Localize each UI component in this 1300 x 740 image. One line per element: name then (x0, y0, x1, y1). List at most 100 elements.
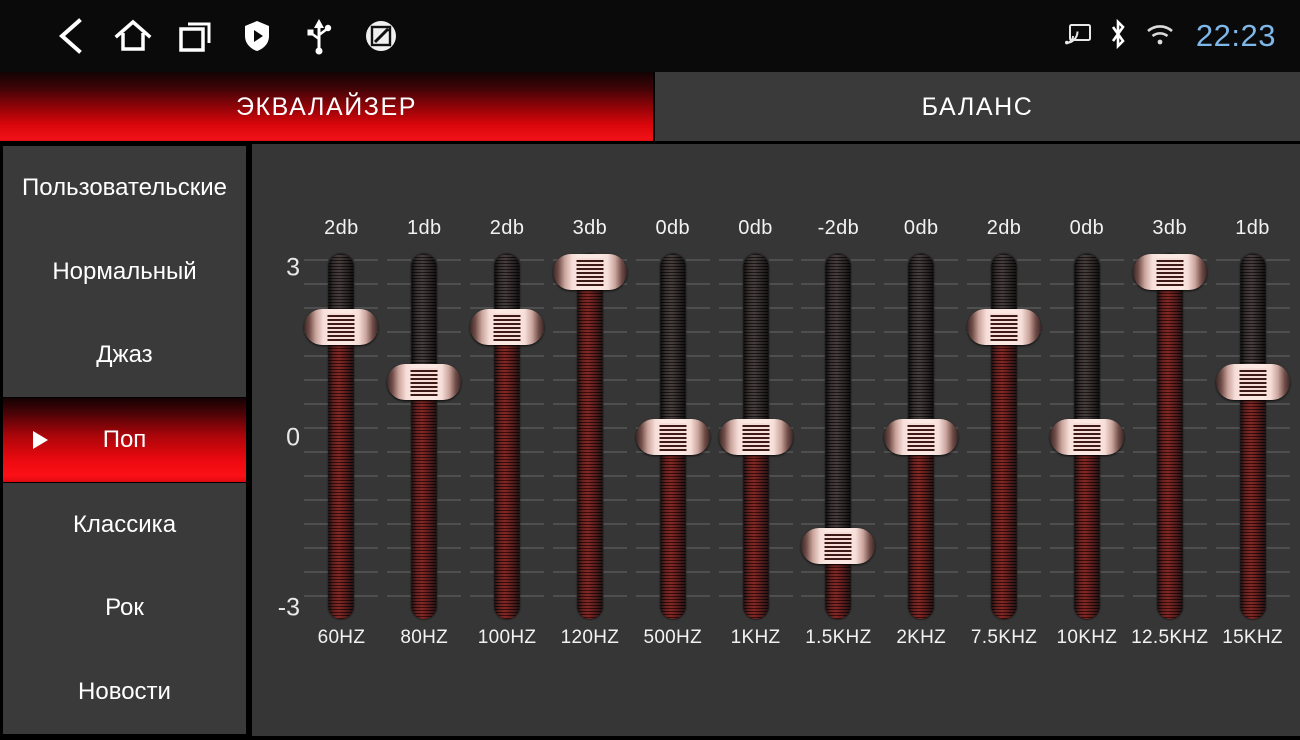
status-bar: 22:23 (0, 0, 1300, 72)
eq-slider-2[interactable] (470, 254, 545, 619)
eq-band-frequency: 15KHZ (1222, 627, 1283, 648)
slider-thumb[interactable] (801, 528, 876, 565)
eq-band-4: 0db 500HZ (631, 144, 714, 740)
preset-sidebar: Пользовательские Нормальный Джаз Поп Классик… (0, 144, 252, 740)
eq-band-value: 3db (572, 217, 608, 239)
eq-slider-4[interactable] (635, 254, 710, 619)
slider-track-unfilled (825, 254, 851, 547)
eq-band-value: 0db (1069, 217, 1105, 239)
slider-thumb[interactable] (1215, 363, 1290, 400)
preset-item-1[interactable]: Нормальный (3, 230, 246, 314)
eq-slider-3[interactable] (552, 254, 627, 619)
tick-marks-left (1132, 259, 1157, 614)
slider-track-unfilled (908, 254, 934, 437)
recents-icon[interactable] (164, 7, 226, 65)
eq-band-frequency: 12.5KHZ (1131, 627, 1209, 648)
system-status-icons: 22:23 (1064, 0, 1282, 72)
slider-track[interactable] (577, 254, 603, 619)
eq-slider-6[interactable] (801, 254, 876, 619)
eq-slider-5[interactable] (718, 254, 793, 619)
slider-thumb[interactable] (470, 308, 545, 345)
preset-item-label: Пользовательские (22, 173, 227, 201)
slider-thumb[interactable] (635, 418, 710, 455)
axis-label-mid: 0 (286, 423, 300, 452)
tick-marks-left (552, 259, 577, 614)
clock: 22:23 (1195, 18, 1276, 53)
wifi-icon[interactable] (1145, 22, 1175, 51)
eq-slider-9[interactable] (1049, 254, 1124, 619)
eq-slider-11[interactable] (1215, 254, 1290, 619)
eq-slider-8[interactable] (967, 254, 1042, 619)
slider-thumb[interactable] (304, 308, 379, 345)
eq-band-frequency: 7.5KHZ (970, 627, 1038, 648)
tab-balance-label: БАЛАНС (921, 93, 1034, 121)
tab-equalizer[interactable]: ЭКВАЛАЙЗЕР (0, 72, 653, 143)
eq-slider-10[interactable] (1132, 254, 1207, 619)
slider-track-unfilled (411, 254, 437, 382)
eq-band-5: 0db 1KHZ (714, 144, 797, 740)
preset-item-6[interactable]: Новости (3, 650, 246, 734)
slider-thumb[interactable] (1132, 254, 1207, 290)
eq-band-6: -2db 1.5KHZ (797, 144, 880, 740)
cast-icon[interactable] (1064, 23, 1091, 50)
slider-thumb-grip (410, 367, 438, 396)
equalizer-screen: 22:23 ЭКВАЛАЙЗЕР БАЛАНС Пользовательские… (0, 0, 1300, 740)
eq-band-value: 2db (986, 217, 1022, 239)
eq-band-value: 2db (324, 217, 359, 239)
navigation-bar (0, 7, 412, 65)
slider-track-filled (1074, 436, 1100, 619)
preset-item-3[interactable]: Поп (3, 397, 246, 483)
slider-thumb[interactable] (387, 363, 462, 400)
screenshot-edit-icon[interactable] (350, 7, 412, 65)
preset-item-4[interactable]: Классика (3, 483, 246, 567)
slider-track-unfilled (1074, 254, 1100, 437)
preset-item-2[interactable]: Джаз (3, 313, 246, 397)
bluetooth-icon[interactable] (1108, 18, 1128, 54)
slider-track-filled (1240, 381, 1266, 619)
slider-thumb[interactable] (967, 308, 1042, 345)
slider-thumb-grip (990, 312, 1018, 341)
eq-slider-0[interactable] (304, 254, 379, 619)
slider-track[interactable] (411, 254, 437, 619)
eq-band-frequency: 80HZ (400, 627, 449, 648)
eq-slider-1[interactable] (387, 254, 462, 619)
eq-band-list: 2db 60HZ 1db 80HZ 2db 100HZ 3db 120HZ 0db 500HZ 0d… (300, 144, 1294, 740)
eq-band-frequency: 1.5KHZ (805, 627, 872, 648)
slider-thumb[interactable] (884, 418, 959, 455)
eq-band-1: 1db 80HZ (383, 144, 466, 740)
slider-thumb-grip (1073, 422, 1101, 451)
slider-track[interactable] (1240, 254, 1266, 619)
eq-band-value: 0db (903, 217, 939, 239)
slider-track[interactable] (825, 254, 851, 619)
eq-band-frequency: 120HZ (560, 627, 620, 648)
eq-band-value: 3db (1152, 217, 1187, 239)
eq-slider-7[interactable] (884, 254, 959, 619)
preset-item-0[interactable]: Пользовательские (3, 146, 246, 230)
slider-thumb[interactable] (552, 254, 627, 290)
tab-equalizer-label: ЭКВАЛАЙЗЕР (235, 93, 418, 121)
preset-item-label: Рок (105, 594, 144, 622)
home-icon[interactable] (102, 7, 164, 65)
shield-icon[interactable] (226, 7, 288, 65)
tick-marks-left (387, 259, 412, 614)
eq-band-frequency: 2KHZ (896, 627, 947, 648)
eq-band-value: 1db (406, 217, 442, 239)
usb-icon[interactable] (288, 7, 350, 65)
slider-thumb-grip (659, 422, 687, 451)
tab-balance[interactable]: БАЛАНС (653, 72, 1300, 143)
eq-band-frequency: 60HZ (317, 627, 366, 648)
slider-thumb-grip (493, 312, 521, 341)
slider-track-filled (660, 436, 686, 619)
preset-item-5[interactable]: Рок (3, 567, 246, 651)
eq-band-11: 1db 15KHZ (1211, 144, 1294, 740)
slider-thumb[interactable] (718, 418, 793, 455)
back-icon[interactable] (40, 7, 102, 65)
preset-item-label: Новости (78, 678, 171, 706)
tick-marks-right (1265, 259, 1290, 614)
equalizer-panel: 3 0 -3 2db 60HZ 1db 80HZ 2db 100HZ 3db 120HZ 0db… (252, 144, 1300, 740)
slider-track-filled (908, 436, 934, 619)
slider-track-filled (411, 381, 437, 619)
eq-band-8: 2db 7.5KHZ (963, 144, 1046, 740)
slider-thumb[interactable] (1049, 418, 1124, 455)
slider-track[interactable] (1157, 254, 1183, 619)
